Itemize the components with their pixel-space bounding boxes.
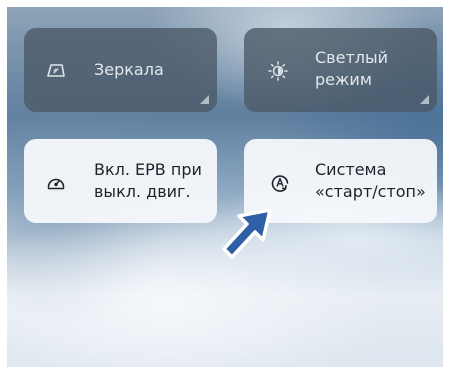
light-mode-label: Светлый режим <box>315 48 389 89</box>
mirrors-tile[interactable]: Зеркала <box>24 28 217 112</box>
start-stop-label: Система «старт/стоп» <box>315 160 426 201</box>
parking-brake-icon <box>46 173 66 193</box>
mirrors-label: Зеркала <box>94 60 164 79</box>
light-mode-tile[interactable]: Светлый режим <box>244 28 437 112</box>
tile-corner-indicator <box>420 95 429 104</box>
auto-start-stop-icon <box>270 173 290 193</box>
pointer-arrow-icon <box>222 208 272 259</box>
mirror-icon <box>46 61 66 81</box>
tile-corner-indicator <box>200 95 209 104</box>
epb-tile[interactable]: Вкл. EPB при выкл. двиг. <box>24 139 217 223</box>
control-panel-screen: Зеркала Светлый режим Вкл. EPB при выкл.… <box>7 7 443 367</box>
brightness-icon <box>268 61 288 81</box>
epb-label: Вкл. EPB при выкл. двиг. <box>94 160 202 201</box>
